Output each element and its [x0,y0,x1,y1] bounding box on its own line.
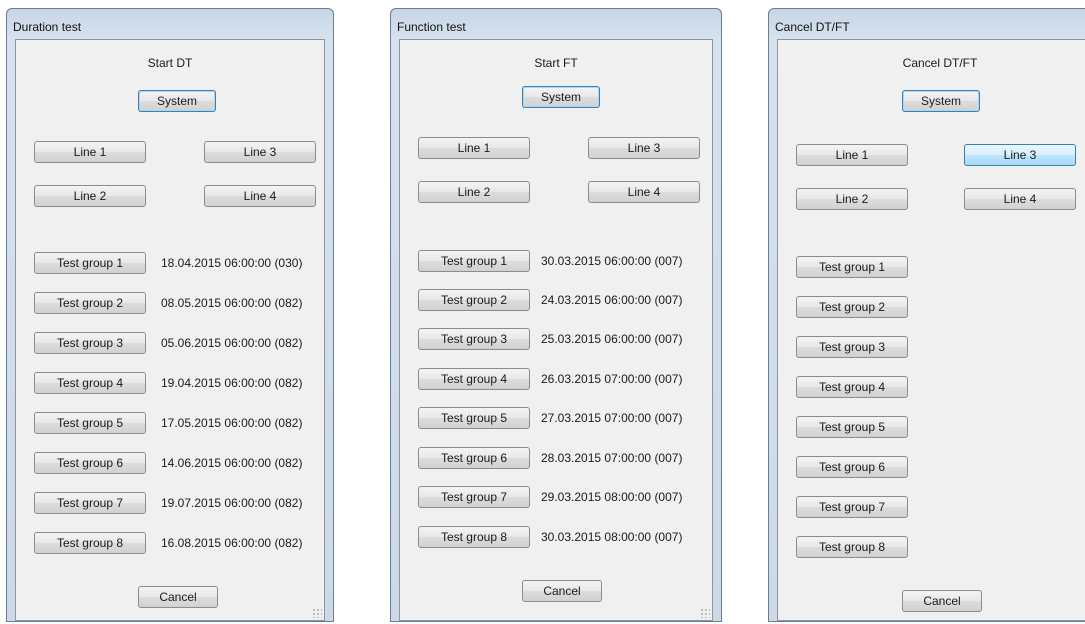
line-3-button[interactable]: Line 3 [964,144,1076,166]
test-group-3-button[interactable]: Test group 3 [34,332,146,354]
test-group-8-date: 30.03.2015 08:00:00 (007) [541,530,683,544]
window-title: Cancel DT/FT [775,20,850,34]
title-bar[interactable]: Cancel DT/FT [769,9,1085,39]
system-button[interactable]: System [522,86,600,108]
line-1-button[interactable]: Line 1 [796,144,908,166]
cancel-button[interactable]: Cancel [138,586,218,608]
line-4-button[interactable]: Line 4 [204,185,316,207]
test-group-1-date: 30.03.2015 06:00:00 (007) [541,254,683,268]
test-group-6-date: 14.06.2015 06:00:00 (082) [161,456,303,470]
test-group-1-date: 18.04.2015 06:00:00 (030) [161,256,303,270]
dialog-heading: Start DT [147,56,193,70]
test-group-7-date: 19.07.2015 06:00:00 (082) [161,496,303,510]
line-3-button[interactable]: Line 3 [204,141,316,163]
system-button[interactable]: System [902,90,980,112]
window-title: Duration test [13,20,82,34]
test-group-3-button[interactable]: Test group 3 [796,336,908,358]
line-4-button[interactable]: Line 4 [964,188,1076,210]
test-group-3-date: 25.03.2015 06:00:00 (007) [541,332,683,346]
test-group-4-date: 26.03.2015 07:00:00 (007) [541,372,683,386]
window-client-area: Cancel DT/FT System Line 1 Line 3 Line 2… [777,39,1085,621]
line-4-button[interactable]: Line 4 [588,181,700,203]
test-group-4-button[interactable]: Test group 4 [796,376,908,398]
test-group-3-date: 05.06.2015 06:00:00 (082) [161,336,303,350]
window-client-area: Start FT System Line 1 Line 3 Line 2 Lin… [399,39,713,621]
test-group-6-button[interactable]: Test group 6 [34,452,146,474]
resize-grip-icon[interactable] [312,608,322,618]
line-2-button[interactable]: Line 2 [34,185,146,207]
line-1-button[interactable]: Line 1 [418,137,530,159]
test-group-5-button[interactable]: Test group 5 [418,407,530,429]
test-group-8-button[interactable]: Test group 8 [418,526,530,548]
system-button[interactable]: System [138,90,216,112]
test-group-2-button[interactable]: Test group 2 [796,296,908,318]
test-group-5-date: 17.05.2015 06:00:00 (082) [161,416,303,430]
test-group-7-button[interactable]: Test group 7 [34,492,146,514]
test-group-5-button[interactable]: Test group 5 [34,412,146,434]
title-bar[interactable]: Function test [391,9,721,39]
line-2-button[interactable]: Line 2 [796,188,908,210]
test-group-7-button[interactable]: Test group 7 [796,496,908,518]
dialog-heading: Cancel DT/FT [902,56,978,70]
test-group-7-button[interactable]: Test group 7 [418,486,530,508]
test-group-2-date: 08.05.2015 06:00:00 (082) [161,296,303,310]
test-group-6-button[interactable]: Test group 6 [796,456,908,478]
test-group-1-button[interactable]: Test group 1 [796,256,908,278]
test-group-4-date: 19.04.2015 06:00:00 (082) [161,376,303,390]
test-group-4-button[interactable]: Test group 4 [34,372,146,394]
line-2-button[interactable]: Line 2 [418,181,530,203]
line-1-button[interactable]: Line 1 [34,141,146,163]
resize-grip-icon[interactable] [700,608,710,618]
test-group-6-date: 28.03.2015 07:00:00 (007) [541,451,683,465]
test-group-1-button[interactable]: Test group 1 [34,252,146,274]
test-group-2-button[interactable]: Test group 2 [34,292,146,314]
window-client-area: Start DT System Line 1 Line 3 Line 2 Lin… [15,39,325,621]
cancel-button[interactable]: Cancel [522,580,602,602]
test-group-6-button[interactable]: Test group 6 [418,447,530,469]
line-3-button[interactable]: Line 3 [588,137,700,159]
window-title: Function test [397,20,466,34]
test-group-2-date: 24.03.2015 06:00:00 (007) [541,293,683,307]
test-group-2-button[interactable]: Test group 2 [418,289,530,311]
title-bar[interactable]: Duration test [7,9,333,39]
test-group-7-date: 29.03.2015 08:00:00 (007) [541,490,683,504]
test-group-5-button[interactable]: Test group 5 [796,416,908,438]
function-test-window: Function test Start FT System Line 1 Lin… [390,8,722,622]
dialog-heading: Start FT [534,56,578,70]
duration-test-window: Duration test Start DT System Line 1 Lin… [6,8,334,622]
test-group-8-button[interactable]: Test group 8 [796,536,908,558]
test-group-1-button[interactable]: Test group 1 [418,250,530,272]
cancel-dt-ft-window: Cancel DT/FT Cancel DT/FT System Line 1 … [768,8,1085,622]
test-group-8-button[interactable]: Test group 8 [34,532,146,554]
test-group-3-button[interactable]: Test group 3 [418,328,530,350]
test-group-8-date: 16.08.2015 06:00:00 (082) [161,536,303,550]
test-group-4-button[interactable]: Test group 4 [418,368,530,390]
test-group-5-date: 27.03.2015 07:00:00 (007) [541,411,683,425]
cancel-button[interactable]: Cancel [902,590,982,612]
